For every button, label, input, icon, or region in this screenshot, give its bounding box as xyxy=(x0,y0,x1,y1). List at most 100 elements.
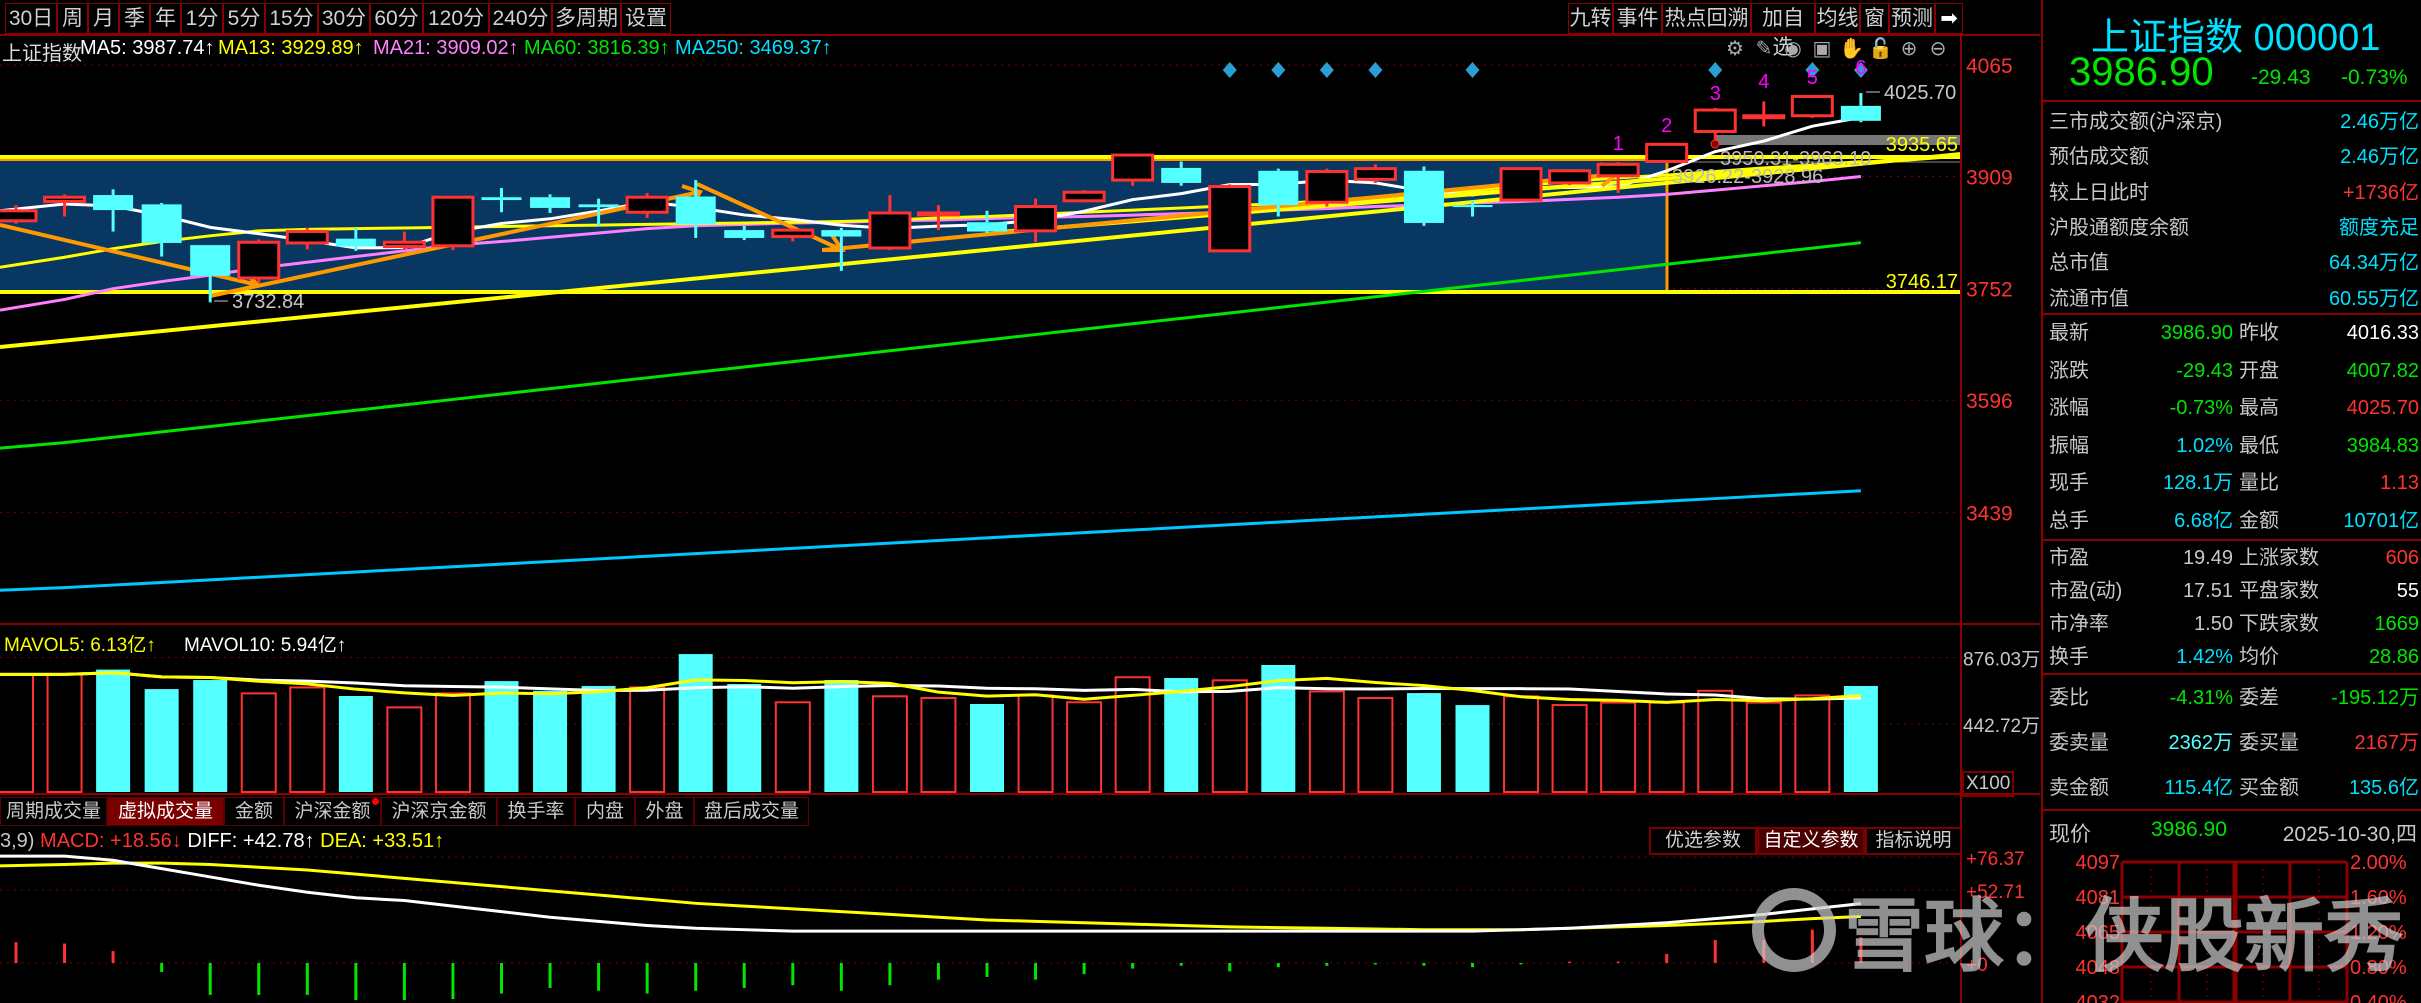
macd-param-button[interactable]: 指标说明 xyxy=(1865,827,1962,855)
indicator-tab[interactable]: 沪深金额 xyxy=(284,797,381,826)
period-tab[interactable]: 15分 xyxy=(265,3,318,34)
summary-row: 总市值 64.34万亿 xyxy=(2049,248,2419,278)
period-tab[interactable]: 周 xyxy=(57,3,88,34)
volume-bar-up xyxy=(1211,679,1248,794)
summary-value: 64.34万亿 xyxy=(2328,252,2419,275)
hand-icon[interactable]: ✋ xyxy=(1839,37,1864,61)
indicator-tab[interactable]: 周期成交量 xyxy=(0,797,107,826)
candle-up xyxy=(1596,162,1640,178)
quote-value: 19.49 xyxy=(2182,547,2233,569)
candle xyxy=(1499,167,1543,202)
expand-panel-button[interactable]: ➡ xyxy=(1935,3,1963,34)
gap-marker xyxy=(1710,139,1720,149)
summary-value: 2.46万亿 xyxy=(2340,111,2419,133)
period-tab[interactable]: 年 xyxy=(150,3,181,34)
pen-icon[interactable]: ✎ xyxy=(1752,37,1776,61)
volume-bar-up xyxy=(1503,695,1540,793)
volume-bar-up xyxy=(1551,704,1588,794)
volume-bar-up xyxy=(1648,701,1685,794)
period-tab[interactable]: 5分 xyxy=(223,3,265,34)
quote-label: 昨收 xyxy=(2239,322,2279,344)
mini-pct-tick: 2.00% xyxy=(2350,852,2407,874)
mavol10-line xyxy=(0,671,1861,701)
tool-tab[interactable]: 事件 xyxy=(1613,3,1662,34)
period-tab[interactable]: 60分 xyxy=(370,3,423,34)
tool-tab[interactable]: 窗 xyxy=(1860,3,1889,34)
tool-tab[interactable]: 热点回溯 xyxy=(1662,3,1751,34)
period-tab[interactable]: 季 xyxy=(119,3,150,34)
quote-label: 均价 xyxy=(2239,646,2279,668)
period-tab[interactable]: 1分 xyxy=(181,3,223,34)
zoom-in-icon[interactable]: ⊕ xyxy=(1897,37,1921,61)
briefcase-icon[interactable]: ▣ xyxy=(1810,37,1834,61)
indicator-tab[interactable]: 虚拟成交量 xyxy=(107,797,224,826)
candle-up xyxy=(237,240,281,280)
macd-param-button[interactable]: 优选参数 xyxy=(1649,827,1757,855)
mini-price-tick: 4097 xyxy=(2076,852,2121,874)
indicator-tab[interactable]: 内盘 xyxy=(575,797,635,826)
volume-tick: 442.72万 xyxy=(1963,716,2040,737)
quote-value: 4007.82 xyxy=(2346,359,2419,382)
period-toolbar: 30日周月季年 1分 5分 15分 30分 60分 120分 240分 多周期 设置 九转 事件 热点回… xyxy=(0,0,2040,59)
candle xyxy=(1111,153,1155,186)
summary-value: 60.55万亿 xyxy=(2328,287,2419,310)
quote-label: 现手 xyxy=(2049,472,2089,494)
quote-value: 4016.33 xyxy=(2346,322,2419,344)
zoom-out-icon[interactable]: ⊖ xyxy=(1926,37,1950,61)
ma5-value: MA5: 3987.74↑ xyxy=(80,37,215,59)
volume-bar-down xyxy=(824,680,859,792)
summary-label: 沪股通额度余额 xyxy=(2049,216,2189,239)
period-tab[interactable]: 设置 xyxy=(621,3,671,34)
indicator-tab[interactable]: 外盘 xyxy=(635,797,694,826)
indicator-tab[interactable]: 沪深京金额 xyxy=(381,797,497,826)
volume-bar-up xyxy=(1697,689,1734,794)
candle xyxy=(1840,93,1881,123)
macd-param-button[interactable]: 自定义参数 xyxy=(1757,827,1865,855)
quote-panel: 上证指数 000001 3986.90 -29.43 -0.73% 三市成交额(… xyxy=(2041,0,2421,1003)
indicator-tab[interactable]: 金额 xyxy=(224,797,284,826)
candle-up xyxy=(1693,108,1737,133)
candle xyxy=(1645,142,1689,163)
tool-tab[interactable]: 均线 xyxy=(1815,3,1860,34)
tool-tab[interactable]: 九转 xyxy=(1568,3,1613,34)
period-tab[interactable]: 240分 xyxy=(489,3,552,34)
volume-bar-down xyxy=(193,680,228,792)
price-tick: 3752 xyxy=(1966,279,2013,302)
gear-icon[interactable]: ⚙ xyxy=(1723,37,1747,61)
quote-date: 2025-10-30,四 xyxy=(2282,823,2417,846)
summary-label: 流通市值 xyxy=(2049,287,2129,310)
quote-row: 委比 -4.31% 委差 -195.12万 xyxy=(2049,683,2419,713)
price-tick: 3909 xyxy=(1966,166,2013,189)
quote-value: 128.1万 xyxy=(2162,472,2233,494)
candle-down xyxy=(190,245,231,276)
lock-icon[interactable]: 🔓 xyxy=(1868,37,1893,61)
indicator-tab[interactable]: 盘后成交量 xyxy=(694,797,809,826)
period-tab[interactable]: 120分 xyxy=(423,3,489,34)
mini-pct-tick: 0.40% xyxy=(2350,992,2407,1003)
quote-label: 委买量 xyxy=(2239,732,2299,754)
eye-icon[interactable]: ◉ xyxy=(1781,37,1805,61)
volume-bar-down xyxy=(1455,705,1490,792)
candle-up xyxy=(916,211,960,217)
candle-down xyxy=(141,204,182,243)
period-tab[interactable]: 30日 xyxy=(5,3,57,34)
summary-value: +1736亿 xyxy=(2342,181,2419,204)
quote-label: 委卖量 xyxy=(2049,732,2109,754)
quote-label: 涨幅 xyxy=(2049,397,2089,419)
divider xyxy=(2043,809,2421,811)
summary-row: 沪股通额度余额 额度充足 xyxy=(2049,213,2419,243)
price-tick: 4065 xyxy=(1966,55,2013,78)
period-tab[interactable]: 多周期 xyxy=(552,3,621,34)
quote-row: 涨幅 -0.73% 最高 4025.70 xyxy=(2049,393,2419,423)
quote-value: 135.6亿 xyxy=(2348,777,2419,799)
indicator-tab[interactable]: 换手率 xyxy=(497,797,575,826)
tool-tab[interactable]: 加自选 xyxy=(1751,3,1815,59)
period-tab[interactable]: 30分 xyxy=(318,3,370,34)
tool-tab[interactable]: 预测 xyxy=(1889,3,1935,34)
quote-value: 2362万 xyxy=(2168,732,2234,754)
quote-label: 市盈(动) xyxy=(2049,580,2123,602)
candle xyxy=(1548,169,1592,186)
period-tab[interactable]: 月 xyxy=(88,3,119,34)
candle xyxy=(1062,190,1106,203)
volume-bar-down xyxy=(1406,693,1441,792)
